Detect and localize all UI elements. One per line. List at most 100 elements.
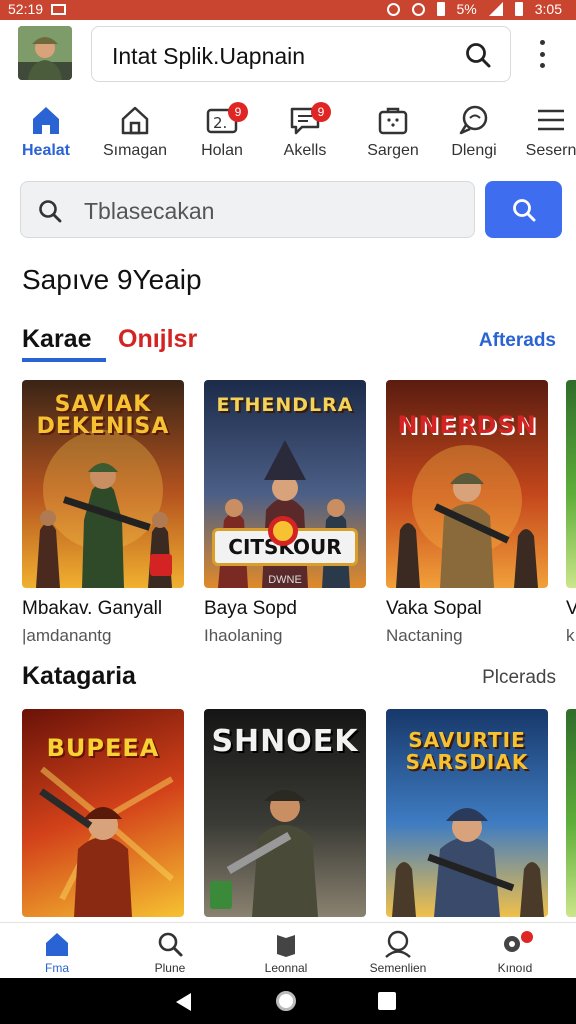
search-input[interactable]: Tblasecakan: [20, 181, 475, 238]
nav-label: Healat: [21, 142, 71, 159]
game-card[interactable]: SAVURTIE SARSDIAK: [386, 709, 548, 917]
game-card[interactable]: BUPEEA: [22, 709, 184, 917]
nav-item-dlengi[interactable]: Dlengi: [431, 100, 517, 160]
bottom-nav-leonnal[interactable]: Leonnal: [241, 929, 331, 975]
nav-item-holan[interactable]: 2. 9 Holan: [179, 100, 265, 160]
bottom-nav: Fma Plune Leonnal Semenlien Kınoıd: [0, 922, 576, 978]
app-header: Intat Splik.Uapnain: [0, 20, 576, 92]
game-art-title: SHNOEK: [211, 724, 359, 759]
section-tabs: Karae Onıjlsr: [22, 325, 197, 362]
search-button[interactable]: [485, 181, 562, 238]
battery-level-icon: [514, 2, 523, 16]
tab-onijlsr[interactable]: Onıjlsr: [118, 325, 197, 362]
game-thumbnail: SAVIAK DEKENISA: [22, 380, 184, 588]
message-icon: [459, 105, 488, 135]
bottom-nav-label: Fma: [45, 961, 69, 975]
nav-item-simagan[interactable]: Sımagan: [92, 100, 178, 160]
game-card[interactable]: ETHENDLRA CITSKOUR DWNE Baya Sopd Ihaola…: [204, 380, 366, 646]
nav-label: Sımagan: [102, 142, 168, 159]
game-card[interactable]: SHNOEK: [204, 709, 366, 917]
home-icon: [46, 933, 68, 956]
notification-dot: [521, 931, 533, 943]
badge: 9: [228, 102, 248, 122]
game-art-title: NNERDSN: [397, 411, 537, 439]
game-thumbnail: BUPEEA: [22, 709, 184, 917]
game-thumbnail: NNERDSN: [386, 380, 548, 588]
game-title: Vaka Sopal: [386, 598, 482, 619]
game-subtitle: k: [566, 626, 575, 645]
signal-icon: [488, 2, 503, 16]
nav-item-sargen[interactable]: Sargen: [350, 100, 436, 160]
see-all-link[interactable]: Afterads: [479, 330, 556, 352]
menu-icon: [538, 109, 564, 131]
library-icon: [277, 935, 295, 957]
search-icon: [37, 198, 63, 229]
game-subtitle: |amdanantg: [22, 626, 112, 645]
game-thumbnail: SAVURTIE SARSDIAK: [386, 709, 548, 917]
status-time-right: 3:05: [534, 1, 562, 17]
game-title: V: [566, 598, 576, 619]
search-icon: [512, 198, 535, 221]
game-card[interactable]: V k: [566, 380, 576, 646]
bottom-nav-semenlien[interactable]: Semenlien: [353, 929, 443, 975]
mail-icon: [51, 3, 67, 15]
game-art-subtitle: DWNE: [268, 574, 302, 586]
status-time-left: 52:19: [8, 1, 44, 17]
game-subtitle: Ihaolaning: [204, 626, 283, 645]
nav-item-sesern[interactable]: Sesern: [508, 100, 576, 160]
bottom-nav-label: Plune: [154, 961, 186, 975]
search-icon: [158, 932, 183, 957]
home-circle-icon[interactable]: [276, 991, 296, 1011]
nav-label: Holan: [201, 142, 243, 159]
url-text: Intat Splik.Uapnain: [112, 43, 306, 69]
house-outline-icon: [121, 106, 149, 135]
status-bar: 52:19 5% 3:05: [0, 0, 576, 20]
bag-icon: [378, 107, 408, 135]
top-nav: Healat Sımagan 2. 9 Holan 9 Akells Sargen…: [0, 100, 576, 166]
bottom-nav-fma[interactable]: Fma: [12, 929, 102, 975]
target-icon: [268, 516, 298, 546]
home-icon: [33, 107, 59, 134]
game-thumbnail: [566, 709, 576, 917]
svg-text:2.: 2.: [213, 114, 227, 132]
page-title: Sapıve 9Yeaip: [22, 264, 202, 295]
back-icon[interactable]: [176, 993, 191, 1011]
avatar[interactable]: [18, 26, 72, 80]
game-art-title: SAVIAK DEKENISA: [36, 392, 170, 439]
game-card[interactable]: [566, 709, 576, 917]
nav-label: Akells: [283, 142, 327, 159]
game-title: Baya Sopd: [204, 598, 297, 619]
alarm-icon: [386, 2, 400, 16]
section-title: Katagaria: [22, 662, 136, 690]
bottom-nav-label: Leonnal: [264, 961, 308, 975]
nav-label: Dlengi: [451, 142, 497, 159]
profile-icon: [385, 930, 411, 958]
bottom-nav-kinoid[interactable]: Kınoıd: [470, 929, 560, 975]
badge: 9: [311, 102, 331, 122]
more-vert-icon[interactable]: [533, 40, 551, 68]
bottom-nav-plune[interactable]: Plune: [125, 929, 215, 975]
system-nav-bar: [0, 978, 576, 1024]
sync-icon: [411, 2, 425, 16]
game-subtitle: Nactaning: [386, 626, 463, 645]
nav-item-healat[interactable]: Healat: [3, 100, 89, 160]
see-all-link[interactable]: Plcerads: [482, 667, 556, 689]
game-card[interactable]: SAVIAK DEKENISA Mbakav. Ganyall |amdanan…: [22, 380, 184, 646]
game-thumbnail: [566, 380, 576, 588]
bottom-nav-label: Semenlien: [369, 961, 427, 975]
search-icon[interactable]: [464, 41, 492, 74]
url-bar[interactable]: Intat Splik.Uapnain: [91, 26, 511, 82]
nav-label: Sargen: [367, 142, 419, 159]
avatar-soldier-icon: [18, 26, 72, 80]
nav-item-akells[interactable]: 9 Akells: [262, 100, 348, 160]
battery-text: 5%: [456, 1, 477, 17]
game-title: Mbakav. Ganyall: [22, 598, 163, 619]
tab-karae[interactable]: Karae: [22, 325, 106, 362]
search-placeholder: Tblasecakan: [84, 198, 215, 224]
game-art-title: SAVURTIE SARSDIAK: [405, 728, 529, 774]
game-thumbnail: SHNOEK: [204, 709, 366, 917]
bottom-nav-label: Kınoıd: [497, 961, 533, 975]
recent-apps-icon[interactable]: [378, 992, 396, 1010]
game-thumbnail: ETHENDLRA CITSKOUR DWNE: [204, 380, 366, 588]
game-card[interactable]: NNERDSN Vaka Sopal Nactaning: [386, 380, 548, 646]
